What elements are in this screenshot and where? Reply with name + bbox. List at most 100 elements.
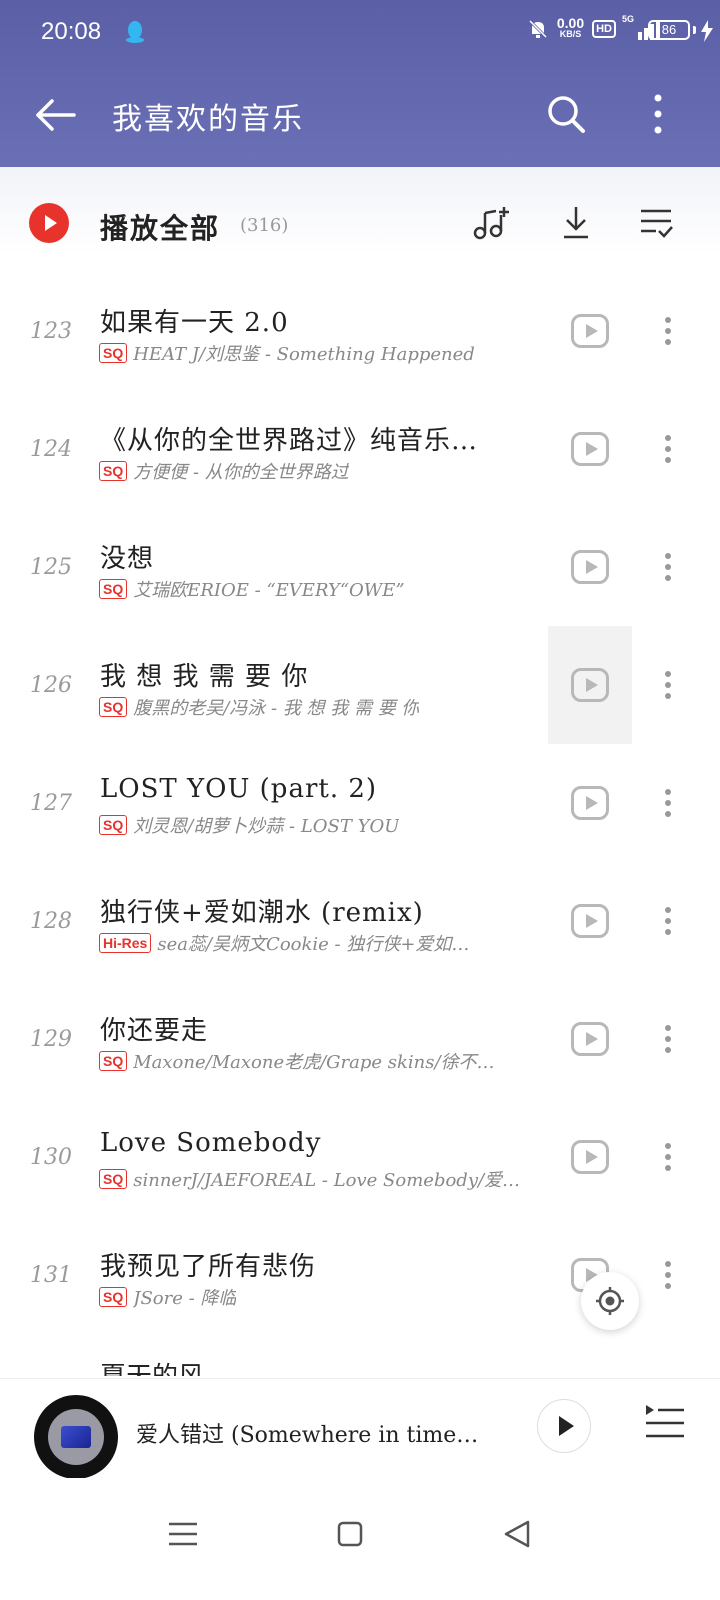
home-icon[interactable] [330, 1514, 370, 1554]
song-index: 128 [30, 909, 72, 934]
song-title: 如果有一天 2.0 [100, 308, 289, 338]
quality-badge: SQ [99, 697, 128, 717]
add-music-icon[interactable] [470, 203, 510, 243]
page-title: 我喜欢的音乐 [112, 102, 304, 137]
more-vertical-icon[interactable] [656, 670, 680, 700]
now-playing-title[interactable]: 爱人错过 (Somewhere in time… [136, 1417, 496, 1449]
more-vertical-icon[interactable] [656, 434, 680, 464]
song-play-button[interactable] [548, 1098, 632, 1216]
status-time: 20:08 [41, 18, 102, 45]
quality-badge: SQ [99, 579, 128, 599]
play-pause-button[interactable] [537, 1399, 591, 1453]
song-artist-album: 方便便 - 从你的全世界路过 [133, 462, 349, 483]
mute-bell-icon [528, 19, 547, 39]
song-row[interactable]: 130 Love Somebody SQ sinnerJ/JAEFOREAL -… [0, 1098, 720, 1216]
song-row[interactable]: 128 独行侠+爱如潮水 (remix) Hi-Res sea蕊/吴炳文Cook… [0, 862, 720, 980]
song-play-button[interactable] [548, 626, 632, 744]
song-artist-album: Maxone/Maxone老虎/Grape skins/徐不… [133, 1052, 495, 1073]
net-speed: 0.00 KB/S [556, 15, 585, 40]
song-title: 我 想 我 需 要 你 [100, 662, 309, 692]
back-arrow-icon [36, 99, 76, 131]
menu-icon[interactable] [163, 1514, 203, 1554]
more-vertical-icon[interactable] [656, 788, 680, 818]
song-title-partial[interactable]: 夏天的风 [100, 1356, 300, 1376]
battery-icon: 86 [648, 20, 696, 40]
song-meta: SQ 艾瑞欧ERIOE - “EVERY“OWE” [99, 576, 539, 602]
song-title: LOST YOU (part. 2) [100, 774, 378, 804]
video-play-icon [571, 432, 609, 466]
song-meta: SQ HEAT J/刘思鉴 - Something Happened [99, 340, 539, 366]
song-play-button[interactable] [548, 272, 632, 390]
song-meta: SQ 方便便 - 从你的全世界路过 [99, 458, 539, 484]
quality-badge: SQ [99, 815, 128, 835]
song-artist-album: sinnerJ/JAEFOREAL - Love Somebody/爱… [133, 1170, 521, 1191]
quality-badge: SQ [99, 1169, 128, 1189]
mini-player[interactable]: 爱人错过 (Somewhere in time… [0, 1378, 720, 1479]
song-row[interactable]: 125 没想 SQ 艾瑞欧ERIOE - “EVERY“OWE” [0, 508, 720, 626]
video-play-icon [571, 1140, 609, 1174]
song-meta: SQ sinnerJ/JAEFOREAL - Love Somebody/爱… [99, 1166, 539, 1192]
system-navigation-bar [0, 1478, 720, 1600]
song-title: Love Somebody [100, 1128, 322, 1158]
play-all-bar: 播放全部 (316) [0, 167, 720, 255]
more-vertical-icon[interactable] [644, 92, 672, 136]
song-row[interactable]: 124 《从你的全世界路过》纯音乐… SQ 方便便 - 从你的全世界路过 [0, 390, 720, 508]
more-vertical-icon[interactable] [656, 316, 680, 346]
song-row[interactable]: 123 如果有一天 2.0 SQ HEAT J/刘思鉴 - Something … [0, 272, 720, 390]
song-artist-album: 艾瑞欧ERIOE - “EVERY“OWE” [133, 580, 405, 601]
video-play-icon [571, 668, 609, 702]
album-art-image [61, 1426, 91, 1448]
search-icon[interactable] [544, 92, 588, 136]
back-triangle-icon[interactable] [498, 1514, 538, 1554]
hd-badge: HD [592, 20, 616, 38]
more-vertical-icon[interactable] [656, 552, 680, 582]
song-meta: SQ 刘灵恩/胡萝卜炒蒜 - LOST YOU [99, 812, 539, 838]
song-play-button[interactable] [548, 390, 632, 508]
playlist-queue-icon[interactable] [644, 1401, 686, 1443]
song-play-button[interactable] [548, 744, 632, 862]
song-row[interactable]: 126 我 想 我 需 要 你 SQ 腹黑的老吴/冯泳 - 我 想 我 需 要 … [0, 626, 720, 744]
song-count: (316) [240, 215, 289, 236]
status-bar: 20:08 0.00 KB/S HD 5G 86 [0, 0, 720, 64]
battery-level: 86 [648, 20, 690, 40]
song-artist-album: HEAT J/刘思鉴 - Something Happened [133, 344, 475, 365]
quality-badge: Hi-Res [99, 933, 152, 953]
more-vertical-icon[interactable] [656, 906, 680, 936]
song-index: 125 [30, 555, 72, 580]
song-meta: SQ 腹黑的老吴/冯泳 - 我 想 我 需 要 你 [99, 694, 539, 720]
video-play-icon [571, 904, 609, 938]
song-meta: SQ JSore - 降临 [99, 1284, 539, 1310]
video-play-icon [571, 1022, 609, 1056]
song-index: 127 [30, 791, 72, 816]
song-title: 你还要走 [100, 1016, 209, 1046]
song-row[interactable]: 127 LOST YOU (part. 2) SQ 刘灵恩/胡萝卜炒蒜 - LO… [0, 744, 720, 862]
song-play-button[interactable] [548, 862, 632, 980]
more-vertical-icon[interactable] [656, 1260, 680, 1290]
back-button[interactable] [32, 92, 78, 138]
app-header: 20:08 0.00 KB/S HD 5G 86 我喜欢的音乐 [0, 0, 720, 167]
video-play-icon [571, 314, 609, 348]
quality-badge: SQ [99, 1287, 128, 1307]
more-vertical-icon[interactable] [656, 1142, 680, 1172]
more-vertical-icon[interactable] [656, 1024, 680, 1054]
song-play-button[interactable] [548, 508, 632, 626]
song-row[interactable]: 129 你还要走 SQ Maxone/Maxone老虎/Grape skins/… [0, 980, 720, 1098]
net-speed-value: 0.00 [556, 15, 585, 31]
download-icon[interactable] [556, 203, 596, 243]
song-artist-album: 腹黑的老吴/冯泳 - 我 想 我 需 要 你 [133, 698, 420, 719]
song-title: 《从你的全世界路过》纯音乐… [100, 426, 479, 456]
locate-current-button[interactable] [581, 1272, 639, 1330]
play-all-label[interactable]: 播放全部 [100, 207, 220, 247]
song-index: 129 [30, 1027, 72, 1052]
play-all-button[interactable] [29, 203, 69, 243]
quality-badge: SQ [99, 343, 128, 363]
song-play-button[interactable] [548, 980, 632, 1098]
song-title: 独行侠+爱如潮水 (remix) [100, 898, 424, 928]
song-index: 131 [30, 1263, 72, 1288]
quality-badge: SQ [99, 461, 128, 481]
album-disc[interactable] [34, 1395, 118, 1479]
multi-select-icon[interactable] [636, 203, 676, 243]
song-index: 130 [30, 1145, 72, 1170]
qq-penguin-icon [126, 21, 144, 43]
song-artist-album: sea蕊/吴炳文Cookie - 独行侠+爱如… [157, 934, 470, 955]
